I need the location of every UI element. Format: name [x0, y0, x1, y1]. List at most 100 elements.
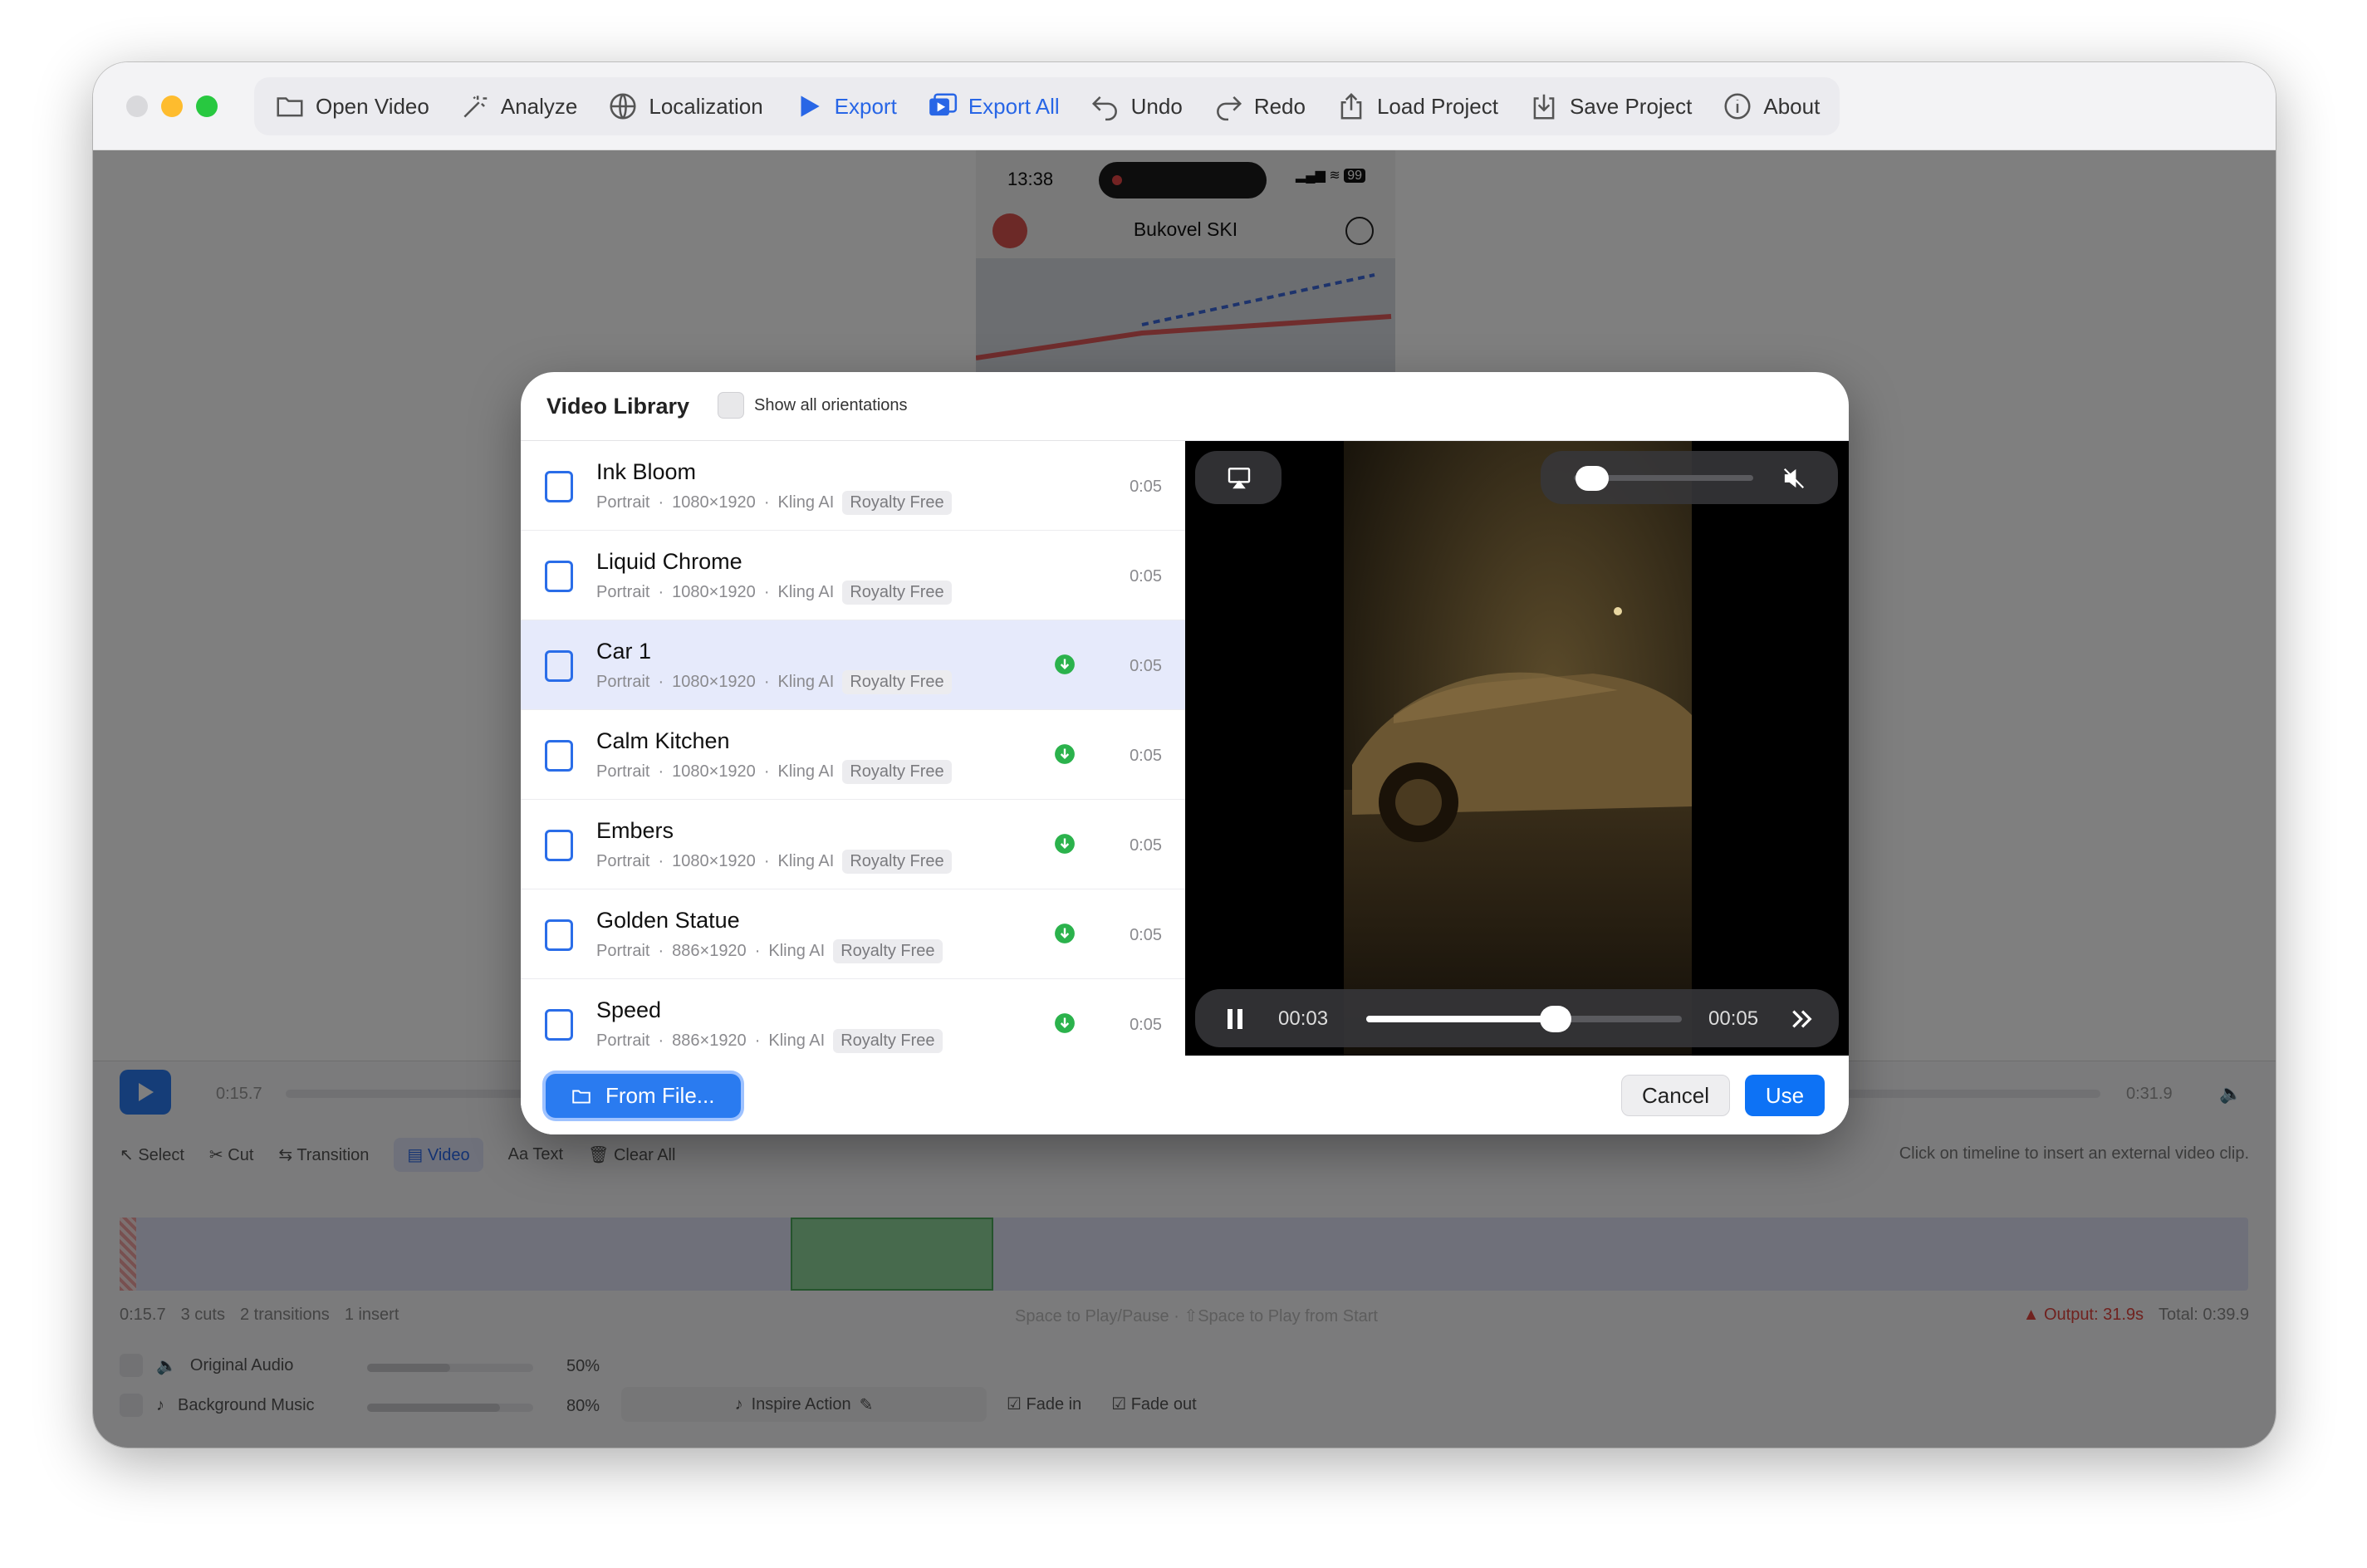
- export-all-icon: [929, 93, 957, 116]
- video-name: Liquid Chrome: [596, 549, 742, 574]
- meta-separator: ·: [658, 673, 664, 691]
- globe-icon: [610, 93, 636, 120]
- player-progress-knob[interactable]: [1540, 1006, 1571, 1032]
- pause-icon[interactable]: [1225, 1007, 1245, 1031]
- video-duration: 0:05: [1130, 747, 1162, 765]
- player-progress-bar[interactable]: [1366, 1016, 1682, 1022]
- license-badge: Royalty Free: [842, 581, 952, 605]
- show-all-orientations-checkbox[interactable]: [718, 392, 744, 419]
- undo-button[interactable]: Undo: [1083, 91, 1189, 122]
- airplay-icon: [1228, 468, 1251, 489]
- video-library-dialog: Video Library Show all orientations Ink …: [521, 372, 1849, 1134]
- video-meta: Portrait · 1080×1920 · Kling AI Royalty Free: [596, 491, 952, 515]
- video-list-item[interactable]: Embers Portrait · 1080×1920 · Kling AI Royalty…: [521, 800, 1185, 889]
- speaker-muted-icon[interactable]: [1781, 466, 1806, 491]
- meta-separator: ·: [658, 852, 664, 870]
- video-meta: Portrait · 886×1920 · Kling AI Royalty Free: [596, 1029, 943, 1053]
- zoom-window-button[interactable]: [196, 96, 218, 117]
- video-source: Kling AI: [768, 942, 826, 960]
- fast-forward-icon[interactable]: [1786, 1006, 1818, 1032]
- video-list-item[interactable]: Ink Bloom Portrait · 1080×1920 · Kling AI Roya…: [521, 441, 1185, 531]
- meta-separator: ·: [763, 762, 770, 781]
- video-list-item[interactable]: Car 1 Portrait · 1080×1920 · Kling AI Royalty …: [521, 620, 1185, 710]
- license-badge: Royalty Free: [833, 939, 943, 963]
- open-video-button[interactable]: Open Video: [267, 91, 436, 122]
- video-orientation: Portrait: [596, 493, 650, 512]
- video-player: 00:03 00:05: [1185, 441, 1849, 1056]
- license-badge: Royalty Free: [842, 760, 952, 784]
- video-orientation: Portrait: [596, 762, 650, 781]
- license-badge: Royalty Free: [842, 850, 952, 874]
- undo-icon: [1091, 96, 1117, 121]
- video-meta: Portrait · 1080×1920 · Kling AI Royalty Free: [596, 760, 952, 784]
- video-select-checkbox[interactable]: [545, 561, 573, 592]
- load-project-button[interactable]: Load Project: [1329, 91, 1505, 122]
- video-meta: Portrait · 1080×1920 · Kling AI Royalty Free: [596, 850, 952, 874]
- minimize-window-button[interactable]: [161, 96, 183, 117]
- folder-icon: [572, 1090, 591, 1104]
- video-list-item[interactable]: Golden Statue Portrait · 886×1920 · Kling AI R…: [521, 889, 1185, 979]
- video-duration: 0:05: [1130, 1016, 1162, 1034]
- downloaded-icon: [1055, 834, 1075, 854]
- toolbar-group: Open Video Analyze Localization Export E…: [254, 77, 1840, 135]
- downloaded-icon: [1055, 1013, 1075, 1033]
- video-resolution: 1080×1920: [672, 673, 756, 691]
- video-resolution: 1080×1920: [672, 762, 756, 781]
- redo-icon: [1216, 96, 1242, 121]
- dialog-title: Video Library: [546, 394, 690, 419]
- close-window-button[interactable]: [126, 96, 148, 117]
- video-name: Golden Statue: [596, 908, 740, 933]
- video-select-checkbox[interactable]: [545, 740, 573, 772]
- video-resolution: 1080×1920: [672, 493, 756, 512]
- video-name: Ink Bloom: [596, 459, 697, 484]
- info-icon: [1724, 93, 1751, 120]
- analyze-button[interactable]: Analyze: [453, 91, 585, 122]
- video-select-checkbox[interactable]: [545, 471, 573, 502]
- downloaded-icon: [1055, 654, 1075, 674]
- use-button[interactable]: Use: [1745, 1075, 1825, 1116]
- meta-separator: ·: [763, 673, 770, 691]
- upload-icon: [1340, 92, 1362, 120]
- video-list-item[interactable]: Speed Portrait · 886×1920 · Kling AI Royalty F…: [521, 979, 1185, 1056]
- video-resolution: 886×1920: [672, 942, 747, 960]
- meta-separator: ·: [763, 583, 770, 601]
- export-all-button[interactable]: Export All: [920, 91, 1066, 122]
- video-list-item[interactable]: Calm Kitchen Portrait · 1080×1920 · Kling AI R…: [521, 710, 1185, 800]
- video-duration: 0:05: [1130, 657, 1162, 675]
- localization-button[interactable]: Localization: [600, 91, 769, 122]
- video-select-checkbox[interactable]: [545, 830, 573, 861]
- meta-separator: ·: [658, 942, 664, 960]
- license-badge: Royalty Free: [833, 1029, 943, 1053]
- meta-separator: ·: [754, 1031, 761, 1050]
- video-resolution: 886×1920: [672, 1031, 747, 1050]
- volume-knob[interactable]: [1575, 466, 1609, 491]
- video-source: Kling AI: [768, 1031, 826, 1050]
- video-duration: 0:05: [1130, 478, 1162, 496]
- save-project-button[interactable]: Save Project: [1522, 91, 1698, 122]
- airplay-button[interactable]: [1195, 451, 1282, 504]
- video-duration: 0:05: [1130, 567, 1162, 586]
- from-file-button[interactable]: From File...: [546, 1074, 741, 1118]
- player-progress-fill: [1366, 1016, 1556, 1022]
- video-select-checkbox[interactable]: [545, 650, 573, 682]
- cancel-button[interactable]: Cancel: [1621, 1075, 1730, 1116]
- video-meta: Portrait · 886×1920 · Kling AI Royalty Free: [596, 939, 943, 963]
- meta-separator: ·: [763, 493, 770, 512]
- downloaded-icon: [1055, 924, 1075, 943]
- video-name: Speed: [596, 997, 662, 1022]
- redo-button[interactable]: Redo: [1206, 91, 1312, 122]
- meta-separator: ·: [658, 1031, 664, 1050]
- video-list-item[interactable]: Liquid Chrome Portrait · 1080×1920 · Kling AI…: [521, 531, 1185, 620]
- video-select-checkbox[interactable]: [545, 919, 573, 951]
- video-select-checkbox[interactable]: [545, 1009, 573, 1041]
- video-resolution: 1080×1920: [672, 583, 756, 601]
- about-button[interactable]: About: [1715, 91, 1826, 122]
- export-button[interactable]: Export: [787, 91, 904, 122]
- play-triangle-icon: [801, 96, 820, 117]
- video-source: Kling AI: [777, 673, 835, 691]
- video-resolution: 1080×1920: [672, 852, 756, 870]
- video-source: Kling AI: [777, 493, 835, 512]
- show-all-orientations-label[interactable]: Show all orientations: [754, 396, 908, 415]
- meta-separator: ·: [658, 762, 664, 781]
- video-orientation: Portrait: [596, 583, 650, 601]
